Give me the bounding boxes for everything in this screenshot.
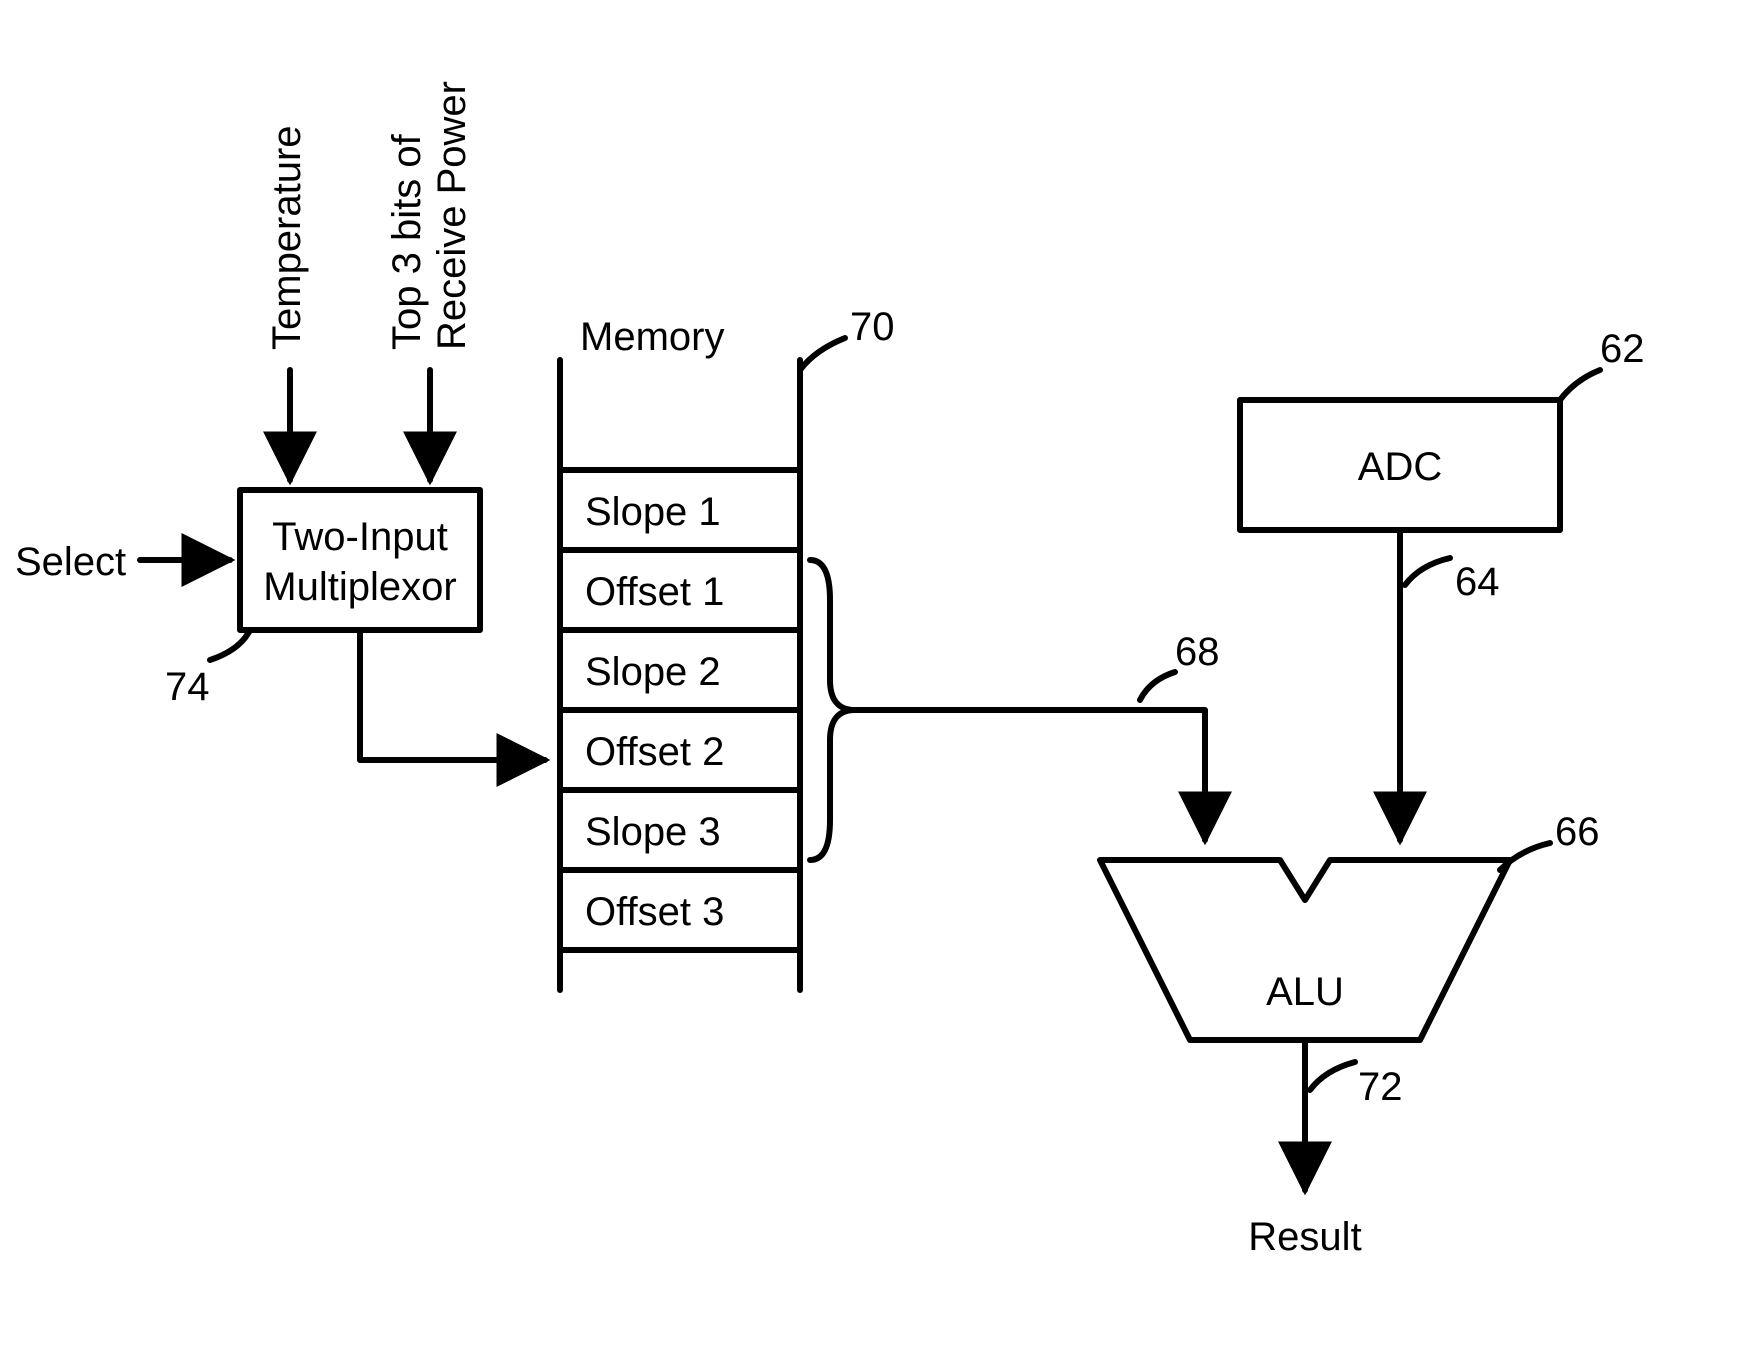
memory-cell-0: Slope 1	[585, 490, 721, 534]
bus-ref: 68	[1175, 630, 1220, 674]
top3bits-label: Top 3 bits of	[385, 133, 429, 350]
adc-label: ADC	[1358, 445, 1442, 489]
mux-line2: Multiplexor	[263, 565, 456, 609]
memory-cell-4: Slope 3	[585, 810, 721, 854]
mux-ref: 74	[165, 665, 210, 709]
temperature-label: Temperature	[265, 125, 309, 350]
alu-out-ref: 72	[1358, 1065, 1403, 1109]
adc-ref: 62	[1600, 327, 1645, 371]
alu-label: ALU	[1266, 970, 1344, 1014]
memory-title: Memory	[580, 315, 724, 359]
receive-power-label: Receive Power	[430, 81, 474, 350]
select-label: Select	[15, 540, 126, 584]
mux-line1: Two-Input	[272, 515, 448, 559]
alu-ref: 66	[1555, 810, 1600, 854]
result-label: Result	[1248, 1215, 1361, 1259]
memory-cell-2: Slope 2	[585, 650, 721, 694]
adc-out-ref: 64	[1455, 560, 1500, 604]
memory-ref: 70	[850, 305, 895, 349]
memory-cell-1: Offset 1	[585, 570, 724, 614]
memory-cell-3: Offset 2	[585, 730, 724, 774]
memory-cell-5: Offset 3	[585, 890, 724, 934]
